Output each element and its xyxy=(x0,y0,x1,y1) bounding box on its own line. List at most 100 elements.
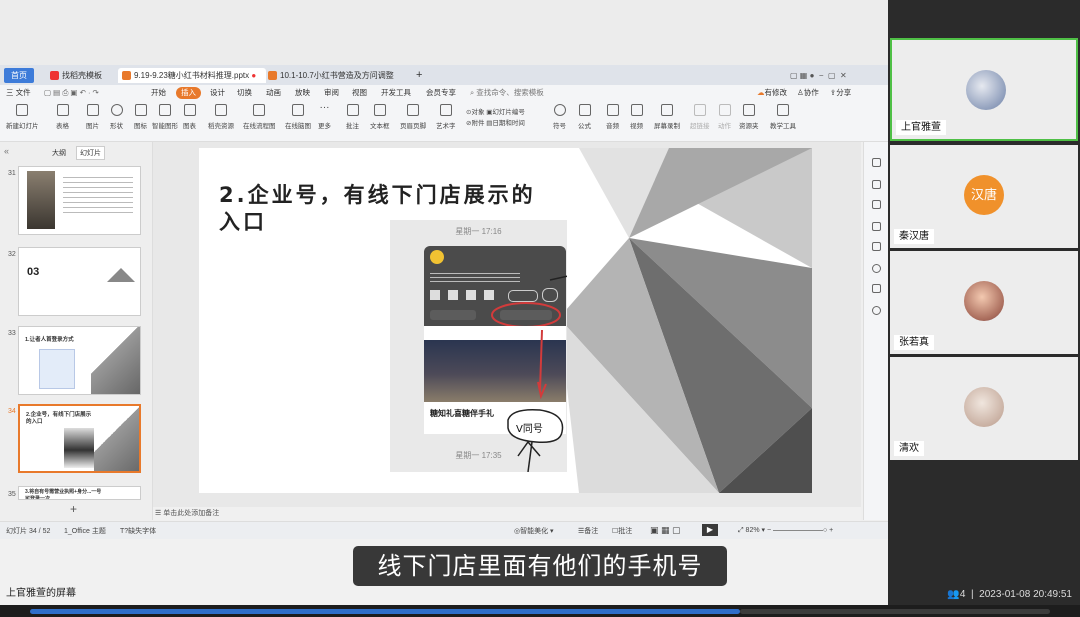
menu-design[interactable]: 设计 xyxy=(210,87,225,99)
participant-tile-1[interactable]: 上官雅萱 xyxy=(890,38,1078,141)
ribbon-label: 形状 xyxy=(110,123,123,130)
ribbon-formula[interactable]: 公式 xyxy=(578,104,591,130)
formula-icon xyxy=(578,104,591,116)
share-button[interactable]: ⇪分享 xyxy=(830,87,851,99)
ribbon-resource-folder[interactable]: 资源夹 xyxy=(739,104,759,130)
ribbon-label: 资源夹 xyxy=(739,123,759,130)
property-icon[interactable] xyxy=(872,158,881,167)
ppt-icon xyxy=(268,71,277,81)
notes-area[interactable]: ☰ 单击此处添加备注 xyxy=(153,507,861,521)
ribbon-header-footer[interactable]: 页眉页脚 xyxy=(400,104,426,130)
cloud-icon: ☁ xyxy=(757,88,765,97)
participant-tile-4[interactable]: 清欢 xyxy=(890,357,1078,460)
missing-font[interactable]: T?缺失字体 xyxy=(120,526,156,536)
slide-thumbnail-35[interactable]: 3.将自有号需营业执照+身分...一号可登录一次 xyxy=(18,486,141,500)
collapse-pane-icon[interactable]: « xyxy=(4,146,9,156)
collab-label: 协作 xyxy=(803,88,819,97)
smart-beautify[interactable]: ◎智能美化 ▾ xyxy=(514,526,554,536)
ribbon-smartart[interactable]: 智能图形 xyxy=(152,104,178,130)
file-menu[interactable]: 三 文件 xyxy=(6,87,31,99)
zoom-slider[interactable] xyxy=(773,529,823,531)
menu-developer[interactable]: 开发工具 xyxy=(381,87,411,99)
menu-bar: 三 文件 ▢ ▤ ⎙ ▣ ↶ · ↷ 开始 插入 设计 切换 动画 放映 审阅 … xyxy=(0,85,888,101)
menu-animation[interactable]: 动画 xyxy=(266,87,281,99)
thumb-title: 1.让者人首登录方式 xyxy=(25,337,74,343)
ribbon-video[interactable]: 视频 xyxy=(630,104,643,130)
ribbon-icons[interactable]: 图标 xyxy=(134,104,147,130)
ribbon-object-group[interactable]: ⊙对象 ▣幻灯片编号 ⊘附件 ▤日期和时间 xyxy=(466,107,525,129)
tab-template[interactable]: 找稻壳模板 xyxy=(46,68,106,83)
thumb-shape xyxy=(94,406,139,471)
translate-icon[interactable] xyxy=(872,284,881,293)
layout-icon[interactable] xyxy=(872,222,881,231)
comments-toggle[interactable]: ☐批注 xyxy=(612,526,632,536)
play-button[interactable]: ▶ xyxy=(702,524,718,536)
thumb-screenshot xyxy=(39,349,75,389)
current-slide[interactable]: 2.企业号，有线下门店展示的 入口 星期一 17:16 糖知礼喜糖伴手礼 星期一… xyxy=(199,148,812,493)
link-icon xyxy=(693,104,706,116)
picture-icon xyxy=(86,104,99,116)
wordart-icon xyxy=(439,104,452,116)
modified-status[interactable]: ☁有修改 xyxy=(757,87,787,99)
new-tab-button[interactable]: + xyxy=(412,68,426,83)
ribbon-comment[interactable]: 批注 xyxy=(346,104,359,130)
theme-label[interactable]: 1_Office 主题 xyxy=(64,526,106,536)
ribbon-mindmap[interactable]: 在线脑图 xyxy=(285,104,311,130)
slide-thumbnail-31[interactable] xyxy=(18,166,141,235)
tab-current-pptx[interactable]: 9.19-9.23糖小红书材料推理.pptx ● xyxy=(118,68,266,83)
window-controls[interactable]: ▢ ▦ ● − ▢ ✕ xyxy=(786,68,851,83)
zoom-control[interactable]: ⤢ 82% ▾ − ○ + xyxy=(738,526,833,535)
menu-start[interactable]: 开始 xyxy=(151,87,166,99)
ribbon-textbox[interactable]: 文本框 xyxy=(370,104,390,130)
ribbon-table[interactable]: 表格 xyxy=(56,104,69,130)
ribbon-symbol[interactable]: 符号 xyxy=(553,104,566,130)
header-footer-icon xyxy=(407,104,419,116)
slide-thumbnail-33[interactable]: 1.让者人首登录方式 xyxy=(18,326,141,395)
menu-review[interactable]: 审阅 xyxy=(324,87,339,99)
menu-insert[interactable]: 插入 xyxy=(176,87,201,99)
playback-progress-bar[interactable] xyxy=(0,605,1080,617)
tab-other-pptx[interactable]: 10.1-10.7小红书营造及方问调整 xyxy=(264,68,398,83)
clock-icon[interactable] xyxy=(872,306,881,315)
notes-toggle[interactable]: ☰备注 xyxy=(578,526,598,536)
image-icon[interactable] xyxy=(872,242,881,251)
participant-count: 4 xyxy=(959,589,966,600)
participant-tile-2[interactable]: 汉唐 秦汉唐 xyxy=(890,145,1078,248)
ribbon-wordart[interactable]: 艺术字 xyxy=(436,104,456,130)
ribbon-audio[interactable]: 音频 xyxy=(606,104,619,130)
slide-thumbnail-34[interactable]: 2.企业号，有线下门店展示的入口 xyxy=(18,404,141,473)
close-icon[interactable]: ● xyxy=(251,71,256,80)
view-buttons[interactable]: ▣ ▦ ▢ xyxy=(650,525,681,536)
slide-thumbnail-32[interactable]: 03 xyxy=(18,247,141,316)
tab-outline[interactable]: 大纲 xyxy=(52,148,66,158)
menu-view[interactable]: 视图 xyxy=(352,87,367,99)
add-slide-button[interactable]: + xyxy=(70,502,77,516)
tab-current-label: 9.19-9.23糖小红书材料推理.pptx xyxy=(134,71,250,80)
menu-member[interactable]: 会员专享 xyxy=(426,87,456,99)
ribbon-shape[interactable]: 形状 xyxy=(110,104,123,130)
location-icon[interactable] xyxy=(872,264,881,273)
ribbon-chart[interactable]: 图表 xyxy=(183,104,196,130)
ribbon-screen-record[interactable]: 屏幕录制 xyxy=(654,104,680,130)
ribbon-flowchart[interactable]: 在线流程图 xyxy=(243,104,276,130)
menu-transition[interactable]: 切换 xyxy=(237,87,252,99)
phone-screenshot: 星期一 17:16 糖知礼喜糖伴手礼 星期一 17:35 V同号 xyxy=(390,220,567,472)
ribbon-action[interactable]: 动作 xyxy=(718,104,731,130)
command-search[interactable]: ⌕ 查找命令、搜索模板 xyxy=(470,87,544,99)
ribbon-hyperlink[interactable]: 超链接 xyxy=(690,104,710,130)
collab-button[interactable]: ♙协作 xyxy=(797,87,819,99)
ribbon-new-slide[interactable]: 新建幻灯片 xyxy=(6,104,39,130)
participant-name: 清欢 xyxy=(894,441,924,456)
participant-tile-3[interactable]: 张若真 xyxy=(890,251,1078,354)
ribbon-teaching-tools[interactable]: 教学工具 xyxy=(770,104,796,130)
action-icon xyxy=(718,104,731,116)
ribbon-picture[interactable]: 图片 xyxy=(86,104,99,130)
tab-slides[interactable]: 幻灯片 xyxy=(76,146,105,160)
ribbon-more[interactable]: ··· 更多 xyxy=(318,103,331,131)
quick-access-icons[interactable]: ▢ ▤ ⎙ ▣ ↶ · ↷ xyxy=(44,87,99,99)
tab-home[interactable]: 首页 xyxy=(4,68,34,83)
settings-icon[interactable] xyxy=(872,180,881,189)
menu-slideshow[interactable]: 放映 xyxy=(295,87,310,99)
star-icon[interactable] xyxy=(872,200,881,209)
ribbon-resources[interactable]: 稻壳资源 xyxy=(208,104,234,130)
